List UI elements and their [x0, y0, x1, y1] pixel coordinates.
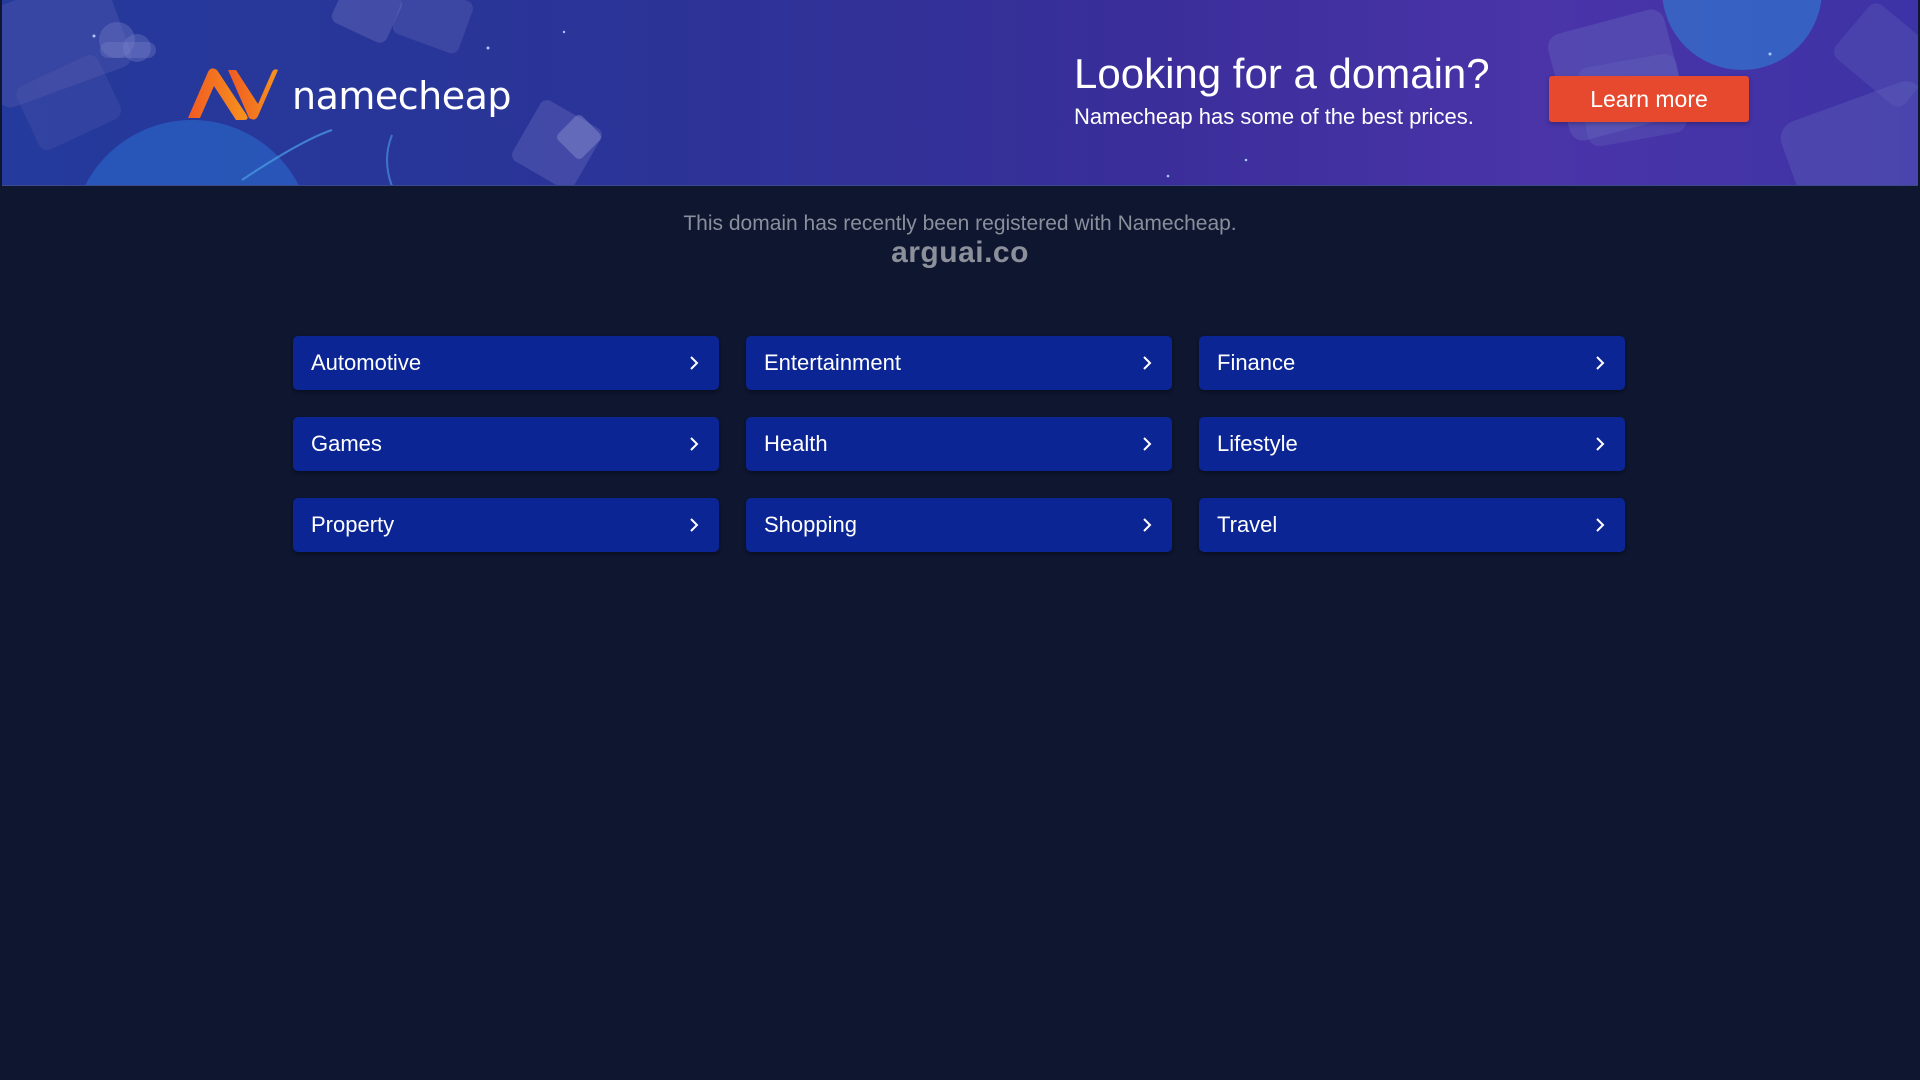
category-label: Games: [311, 431, 382, 456]
category-label: Health: [764, 431, 828, 456]
category-label: Property: [311, 512, 395, 537]
namecheap-logo[interactable]: namecheap: [184, 64, 512, 124]
learn-more-button[interactable]: Learn more: [1549, 76, 1749, 122]
category-entertainment[interactable]: Entertainment: [746, 336, 1172, 390]
chevron-right-icon: [690, 356, 699, 370]
chevron-right-icon: [1596, 518, 1605, 532]
category-health[interactable]: Health: [746, 417, 1172, 471]
category-property[interactable]: Property: [293, 498, 719, 552]
category-label: Finance: [1217, 350, 1296, 375]
category-label: Entertainment: [764, 350, 901, 375]
domain-name: arguai.co: [891, 236, 1029, 269]
promo-subline: Namecheap has some of the best prices.: [1074, 104, 1474, 129]
category-label: Automotive: [311, 350, 422, 375]
category-lifestyle[interactable]: Lifestyle: [1199, 417, 1625, 471]
registration-notice: This domain has recently been registered…: [683, 212, 1237, 235]
chevron-right-icon: [1143, 518, 1152, 532]
chevron-right-icon: [690, 437, 699, 451]
promo-banner[interactable]: namecheap Looking for a domain? Namechea…: [2, 0, 1918, 186]
logo-wordmark: namecheap: [292, 74, 512, 118]
category-automotive[interactable]: Automotive: [293, 336, 719, 390]
chevron-right-icon: [1143, 437, 1152, 451]
chevron-right-icon: [1143, 356, 1152, 370]
category-grid: Automotive Entertainment Finance Games H…: [293, 336, 1627, 552]
chevron-right-icon: [690, 518, 699, 532]
category-label: Shopping: [764, 512, 857, 537]
promo-headline: Looking for a domain?: [1074, 50, 1490, 97]
chevron-right-icon: [1596, 437, 1605, 451]
category-travel[interactable]: Travel: [1199, 498, 1625, 552]
category-finance[interactable]: Finance: [1199, 336, 1625, 390]
category-games[interactable]: Games: [293, 417, 719, 471]
category-label: Travel: [1217, 512, 1278, 537]
category-shopping[interactable]: Shopping: [746, 498, 1172, 552]
category-label: Lifestyle: [1217, 431, 1298, 456]
namecheap-logo-icon: [188, 68, 278, 120]
chevron-right-icon: [1596, 356, 1605, 370]
